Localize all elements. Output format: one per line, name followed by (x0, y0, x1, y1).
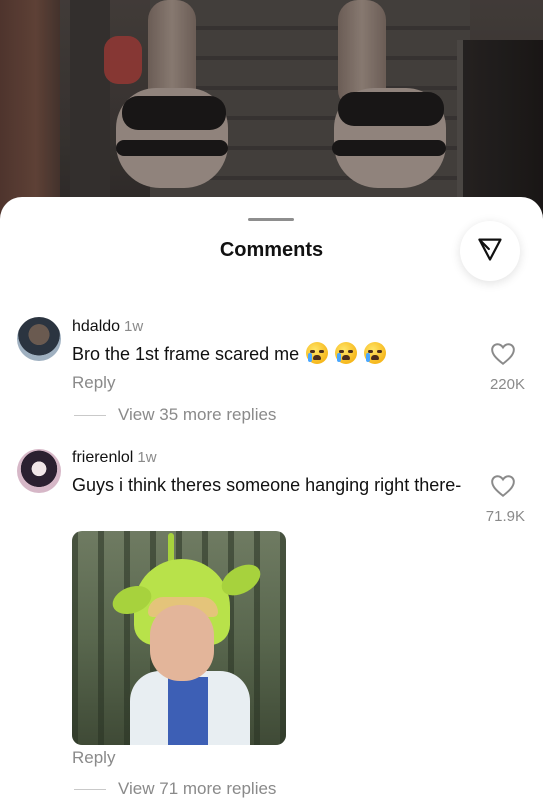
view-replies-label: View 71 more replies (118, 779, 277, 798)
comment-timestamp: 1w (137, 449, 157, 466)
comments-sheet: Comments hdaldo 1w Bro the 1st frame scar… (0, 197, 543, 800)
loudly-crying-face-icon (364, 342, 387, 364)
avatar[interactable] (17, 449, 61, 493)
shirt (168, 677, 208, 745)
view-replies-button[interactable]: View 35 more replies (74, 405, 276, 425)
comment-username[interactable]: hdaldo 1w (72, 318, 143, 336)
face (150, 605, 214, 681)
send-icon (476, 235, 504, 268)
divider (74, 414, 106, 416)
heart-icon[interactable] (490, 474, 518, 500)
comment-text: Bro the 1st frame scared me (72, 342, 462, 366)
divider (74, 788, 106, 790)
loudly-crying-face-icon (306, 342, 329, 364)
share-button[interactable] (460, 221, 520, 281)
loudly-crying-face-icon (335, 342, 358, 364)
view-replies-button[interactable]: View 71 more replies (74, 779, 276, 799)
view-replies-label: View 35 more replies (118, 405, 277, 424)
sheet-grabber-handle[interactable] (248, 218, 294, 221)
comment-username[interactable]: frierenlol 1w (72, 449, 157, 467)
reply-button[interactable]: Reply (72, 748, 115, 768)
heart-icon[interactable] (490, 342, 518, 368)
reply-button[interactable]: Reply (72, 373, 115, 393)
comment-timestamp: 1w (124, 318, 144, 335)
like-count: 220K (489, 376, 525, 393)
comment-text: Guys i think theres someone hanging righ… (72, 475, 462, 495)
like-count: 71.9K (485, 508, 525, 525)
comment-attachment-image[interactable] (72, 531, 286, 745)
avatar[interactable] (17, 317, 61, 361)
hat-antenna (168, 533, 174, 563)
